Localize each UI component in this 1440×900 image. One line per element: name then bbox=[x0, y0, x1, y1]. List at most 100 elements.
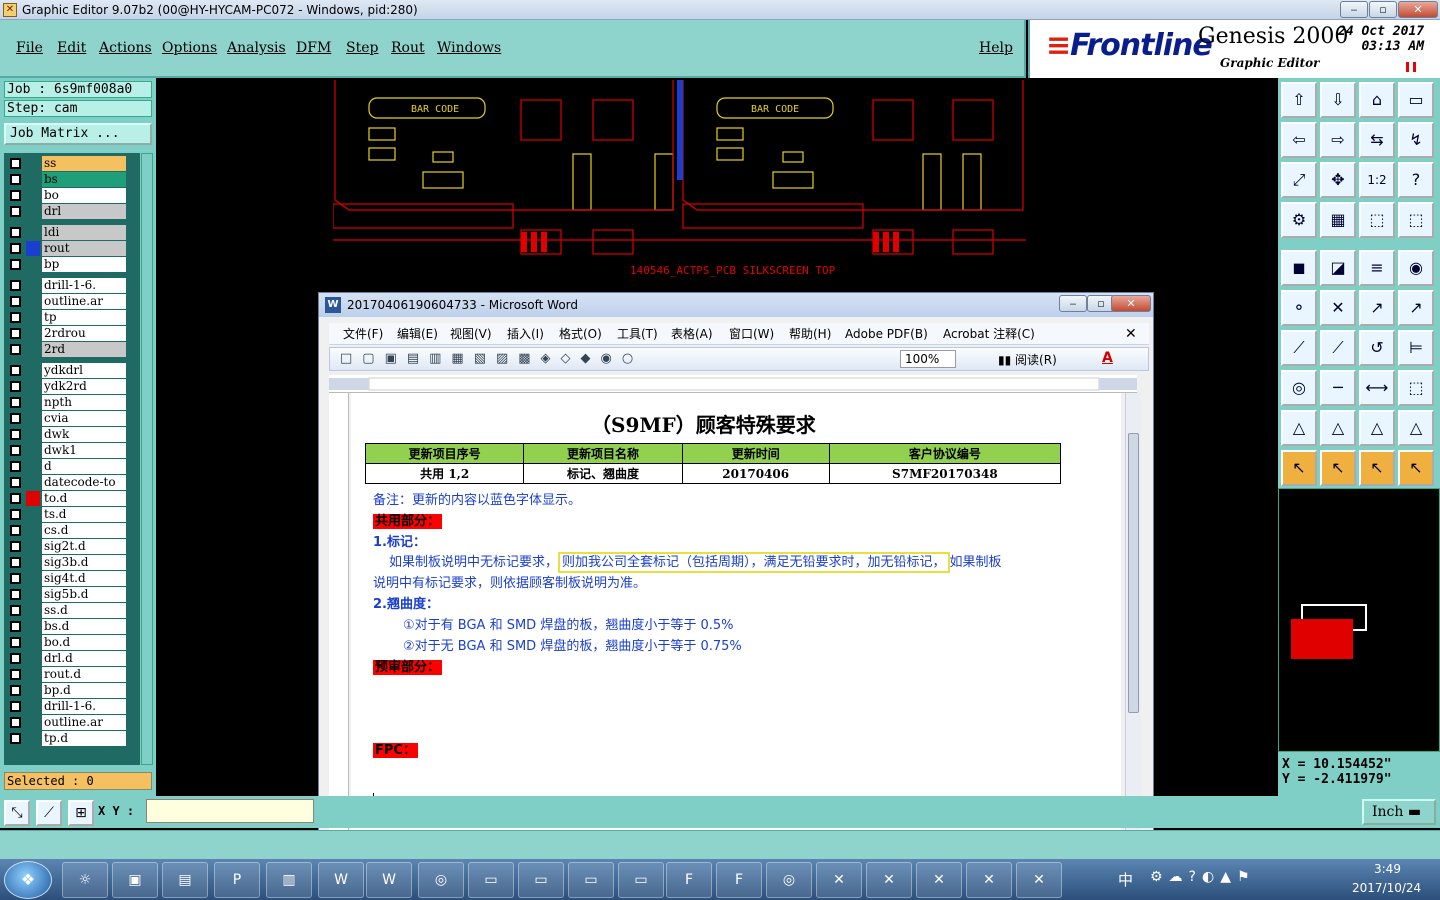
layer-checkbox[interactable] bbox=[10, 477, 21, 488]
scrollbar-thumb[interactable] bbox=[1128, 433, 1139, 713]
taskbar-app-icon[interactable]: W bbox=[366, 862, 412, 898]
taskbar-app-icon[interactable]: ▭ bbox=[468, 862, 514, 898]
layer-row[interactable]: cvia bbox=[6, 411, 126, 426]
pointer-3-icon[interactable]: ↖ bbox=[1359, 450, 1395, 486]
scale-icon[interactable]: 1:2 bbox=[1359, 162, 1395, 198]
layer-checkbox[interactable] bbox=[10, 312, 21, 323]
layer-color-swatch[interactable] bbox=[26, 715, 40, 730]
grid-icon[interactable]: ▦ bbox=[1320, 202, 1356, 238]
layer-name[interactable]: ydkdrl bbox=[42, 363, 126, 378]
start-button[interactable]: ❖ bbox=[4, 861, 52, 899]
layer-name[interactable]: outline.ar bbox=[42, 294, 126, 309]
close-document-icon[interactable]: ✕ bbox=[1125, 323, 1137, 345]
layer-checkbox[interactable] bbox=[10, 621, 21, 632]
snap-icon[interactable]: ⬚ bbox=[1359, 202, 1395, 238]
connect-icon[interactable]: ⚬ bbox=[1281, 290, 1317, 326]
line-2-icon[interactable]: ⟋ bbox=[1320, 330, 1356, 366]
move-2-icon[interactable]: ↗ bbox=[1398, 290, 1434, 326]
target-icon[interactable]: ◉ bbox=[1398, 250, 1434, 286]
zoom-select[interactable]: 100% bbox=[900, 350, 956, 368]
layer-name[interactable]: drill-1-6. bbox=[42, 699, 126, 714]
home-icon[interactable]: ⌂ bbox=[1359, 82, 1395, 118]
tray-date[interactable]: 2017/10/24 bbox=[1352, 881, 1421, 895]
layer-row[interactable]: dwk bbox=[6, 427, 126, 442]
taskbar-app-icon[interactable]: ✕ bbox=[866, 862, 912, 898]
layer-color-swatch[interactable] bbox=[26, 411, 40, 426]
layer-color-swatch[interactable] bbox=[26, 651, 40, 666]
layer-name[interactable]: drl.d bbox=[42, 651, 126, 666]
select-icon[interactable]: ◎ bbox=[1281, 370, 1317, 406]
layer-checkbox[interactable] bbox=[10, 280, 21, 291]
layer-checkbox[interactable] bbox=[10, 445, 21, 456]
delete-icon[interactable]: ✕ bbox=[1320, 290, 1356, 326]
layer-color-swatch[interactable] bbox=[26, 731, 40, 746]
rotate-icon[interactable]: ↺ bbox=[1359, 330, 1395, 366]
layer-checkbox[interactable] bbox=[10, 733, 21, 744]
layer-checkbox[interactable] bbox=[10, 573, 21, 584]
layer-row[interactable]: 2rdrou bbox=[6, 326, 126, 341]
word-menu-item[interactable]: 工具(T) bbox=[617, 323, 658, 345]
layer-checkbox[interactable] bbox=[10, 296, 21, 307]
layer-checkbox[interactable] bbox=[10, 605, 21, 616]
unit-select[interactable]: Inch ▬ bbox=[1362, 799, 1436, 825]
tray-time[interactable]: 3:49 bbox=[1374, 862, 1401, 876]
layer-name[interactable]: to.d bbox=[42, 491, 126, 506]
taskbar-app-icon[interactable]: ▭ bbox=[618, 862, 664, 898]
menu-help[interactable]: Help bbox=[979, 40, 1013, 56]
reading-mode-button[interactable]: ▮▮ 阅读(R) bbox=[998, 351, 1057, 368]
layer-color-swatch[interactable] bbox=[26, 225, 40, 240]
word-minimize-button[interactable]: ‒ bbox=[1059, 295, 1087, 312]
layer-name[interactable]: ldi bbox=[42, 225, 126, 240]
layer-color-swatch[interactable] bbox=[26, 395, 40, 410]
layer-name[interactable]: drl bbox=[42, 204, 126, 219]
word-menu-item[interactable]: 表格(A) bbox=[671, 323, 713, 345]
layer-row[interactable]: tp.d bbox=[6, 731, 126, 746]
layer-checkbox[interactable] bbox=[10, 158, 21, 169]
menu-file[interactable]: File bbox=[16, 40, 43, 56]
taskbar-app-icon[interactable]: ✕ bbox=[1016, 862, 1062, 898]
layer-row[interactable]: d bbox=[6, 459, 126, 474]
layer-row[interactable]: sig4t.d bbox=[6, 571, 126, 586]
layer-checkbox[interactable] bbox=[10, 190, 21, 201]
layer-color-swatch[interactable] bbox=[26, 156, 40, 171]
word-menu-item[interactable]: Adobe PDF(B) bbox=[845, 323, 928, 345]
close-button[interactable]: ✕ bbox=[1398, 1, 1438, 18]
move-icon[interactable]: ↗ bbox=[1359, 290, 1395, 326]
layer-row[interactable]: to.d bbox=[6, 491, 126, 506]
layer-name[interactable]: tp bbox=[42, 310, 126, 325]
window-icon[interactable]: ▭ bbox=[1398, 82, 1434, 118]
menu-analysis[interactable]: Analysis bbox=[227, 40, 286, 56]
word-menu-item[interactable]: 插入(I) bbox=[507, 323, 544, 345]
layer-name[interactable]: bp.d bbox=[42, 683, 126, 698]
taskbar-app-icon[interactable]: ▥ bbox=[266, 862, 312, 898]
tray-icons[interactable]: ⚙☁?◐▲⚑ bbox=[1150, 869, 1256, 885]
layer-name[interactable]: bs bbox=[42, 172, 126, 187]
swap-icon[interactable]: ⇆ bbox=[1359, 122, 1395, 158]
layer-checkbox[interactable] bbox=[10, 717, 21, 728]
layer-row[interactable]: rout bbox=[6, 241, 126, 256]
taskbar-app-icon[interactable]: ▭ bbox=[518, 862, 564, 898]
left-icon[interactable]: ⇦ bbox=[1281, 122, 1317, 158]
taskbar-app-icon[interactable]: P bbox=[214, 862, 260, 898]
fit-icon[interactable]: ⤢ bbox=[1281, 162, 1317, 198]
pointer-2-icon[interactable]: ↖ bbox=[1320, 450, 1356, 486]
layer-name[interactable]: bo bbox=[42, 188, 126, 203]
layer-name[interactable]: ts.d bbox=[42, 507, 126, 522]
taskbar-app-icon[interactable]: ☼ bbox=[62, 862, 108, 898]
layer-checkbox[interactable] bbox=[10, 525, 21, 536]
layer-checkbox[interactable] bbox=[10, 344, 21, 355]
line-icon[interactable]: ⟋ bbox=[1281, 330, 1317, 366]
taskbar-app-icon[interactable]: ✕ bbox=[966, 862, 1012, 898]
font-color-icon[interactable]: A bbox=[1102, 350, 1113, 366]
zoom-area-icon[interactable]: ⤡ bbox=[4, 800, 30, 826]
layer-row[interactable]: npth bbox=[6, 395, 126, 410]
taskbar-app-icon[interactable]: F bbox=[716, 862, 762, 898]
layer-color-swatch[interactable] bbox=[26, 507, 40, 522]
edit-icon[interactable]: ◪ bbox=[1320, 250, 1356, 286]
stretch-icon[interactable]: ⟷ bbox=[1359, 370, 1395, 406]
layer-checkbox[interactable] bbox=[10, 174, 21, 185]
menu-options[interactable]: Options bbox=[162, 40, 217, 56]
layer-checkbox[interactable] bbox=[10, 493, 21, 504]
down-icon[interactable]: ⇩ bbox=[1320, 82, 1356, 118]
layer-row[interactable]: tp bbox=[6, 310, 126, 325]
